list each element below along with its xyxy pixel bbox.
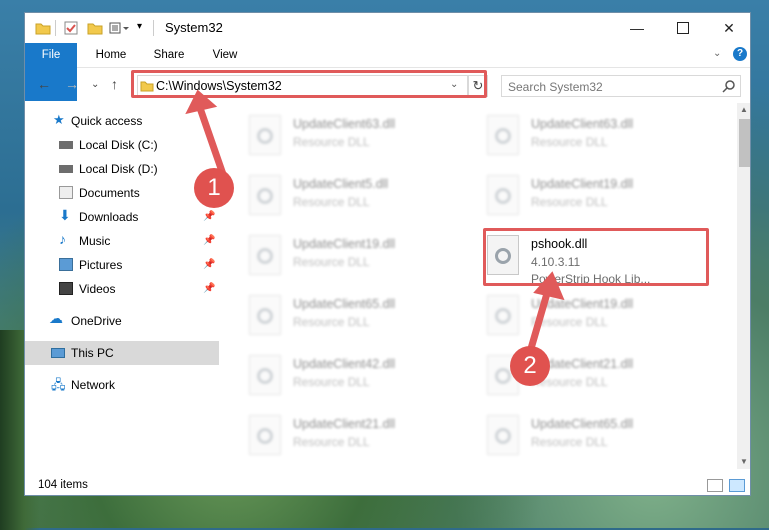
- step-2-badge: 2: [510, 346, 550, 386]
- arrow-1-head: [185, 89, 218, 115]
- annotation-arrows: [185, 89, 565, 356]
- arrow-2: [526, 286, 552, 356]
- arrow-2-head: [533, 271, 565, 301]
- step-1-badge: 1: [194, 168, 234, 208]
